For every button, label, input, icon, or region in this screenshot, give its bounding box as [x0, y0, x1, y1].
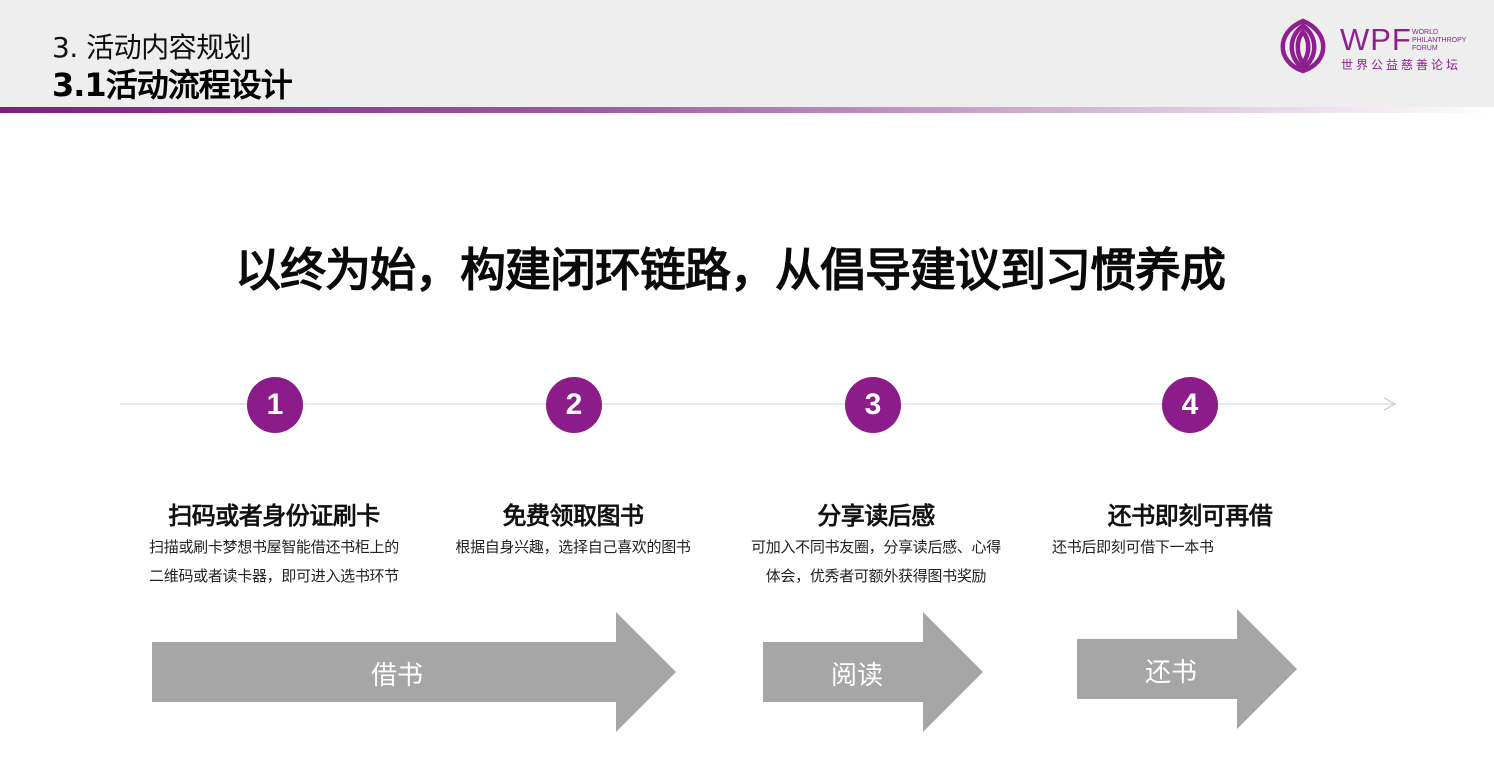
phase-arrows: [152, 609, 1297, 732]
phase-label-return: 还书: [1144, 658, 1197, 688]
phase-label-read: 阅读: [830, 661, 883, 691]
phase-label-borrow: 借书: [370, 661, 423, 691]
